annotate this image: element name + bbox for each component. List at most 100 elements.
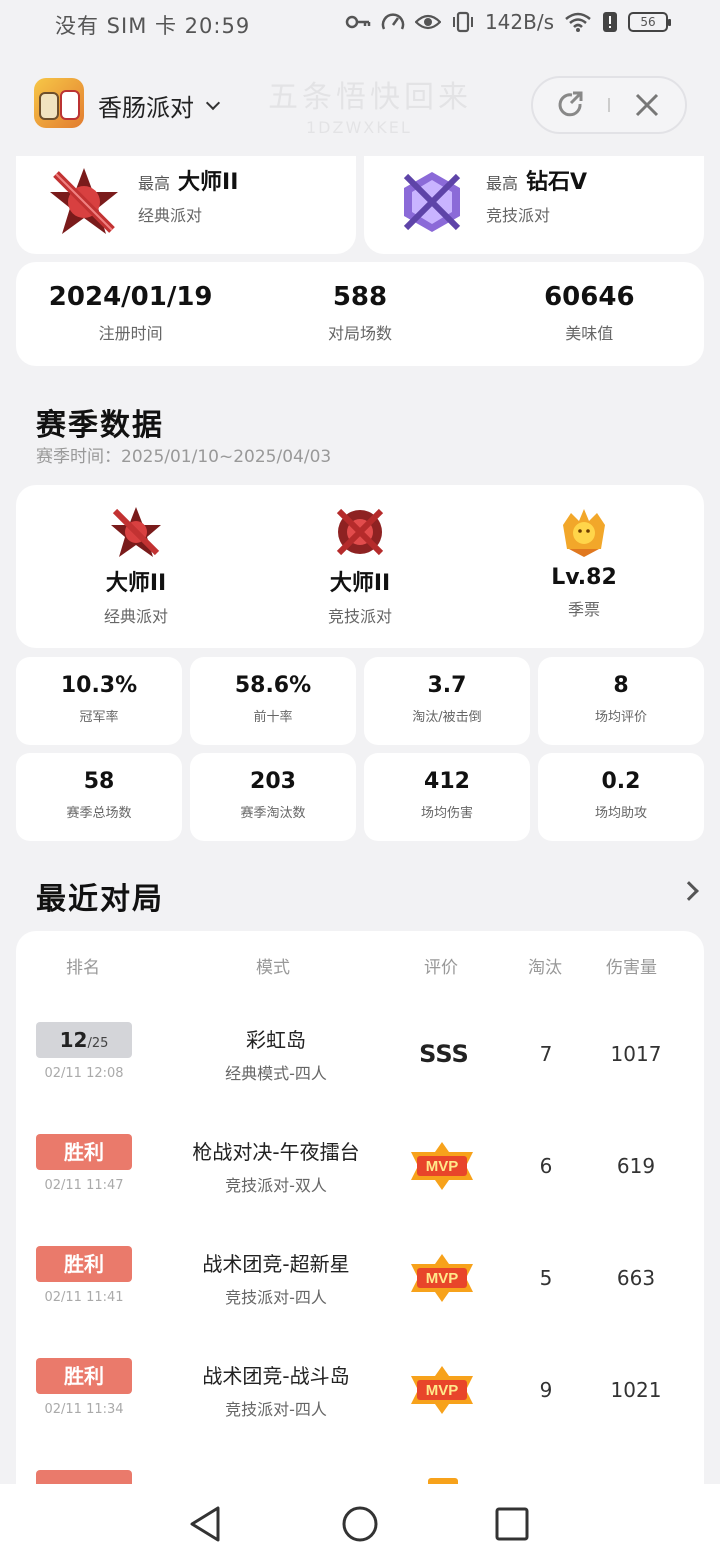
match-damage: 663: [616, 1266, 656, 1290]
match-kills: 5: [539, 1266, 553, 1290]
stat-value: 60646: [544, 282, 635, 312]
place-value: 12: [59, 1028, 88, 1052]
close-icon: [636, 93, 659, 117]
mvp-text: MVP: [426, 1158, 459, 1175]
register-date-stat: 2024/01/19 注册时间: [31, 282, 231, 344]
best-rank-mode: 经典派对: [138, 206, 203, 225]
header-damage: 伤害量: [606, 958, 657, 978]
season-kills-stat: 203 赛季淘汰数: [190, 753, 356, 841]
home-icon[interactable]: [340, 1504, 380, 1544]
stat-value: 10.3%: [60, 673, 138, 698]
best-rank-prefix: 最高: [138, 174, 171, 193]
status-bar: 没有 SIM 卡 20:59 142B/s 56: [0, 0, 720, 50]
stat-label: 场均伤害: [420, 806, 473, 821]
season-section-title: 赛季数据: [36, 408, 164, 443]
vibrate-icon: [452, 11, 473, 33]
match-time: 02/11 11:47: [44, 1178, 124, 1193]
season-rank-value: 大师II: [329, 571, 391, 596]
close-button[interactable]: [610, 78, 685, 132]
share-button[interactable]: [533, 78, 608, 132]
gauge-icon: [381, 13, 405, 30]
match-mode: 竞技派对-四人: [225, 1288, 327, 1307]
match-time: 02/11 11:34: [44, 1402, 124, 1417]
chevron-right-icon[interactable]: [679, 881, 699, 901]
table-row[interactable]: 胜利 02/11 11:47 枪战对决-午夜擂台 竞技派对-双人 MVP 6 6…: [16, 1134, 704, 1246]
stat-label: 淘汰/被击倒: [412, 710, 482, 725]
network-speed: 142B/s: [484, 10, 554, 34]
mvp-badge-icon: MVP: [411, 1366, 473, 1414]
stat-value: 203: [250, 769, 296, 794]
eye-icon: [414, 14, 441, 30]
stat-label: 前十率: [253, 710, 293, 725]
match-damage: 1021: [610, 1378, 662, 1402]
match-mode: 竞技派对-双人: [225, 1176, 327, 1195]
match-kills: 6: [539, 1154, 553, 1178]
season-time: 赛季时间：2025/01/10~2025/04/03: [36, 442, 331, 467]
season-rank-competitive[interactable]: 大师II 竞技派对: [240, 485, 480, 627]
season-pass-level[interactable]: Lv.82 季票: [464, 485, 704, 620]
season-rank-label: 竞技派对: [327, 607, 392, 626]
match-kills: 9: [539, 1378, 553, 1402]
app-header: 香肠派对 五条悟快回来 1DZWXKEL: [0, 60, 720, 150]
best-rank-mode: 竞技派对: [486, 206, 551, 225]
match-mode: 竞技派对-四人: [225, 1400, 327, 1419]
best-rank-value: 大师II: [178, 170, 239, 195]
table-row[interactable]: 12/25 02/11 12:08 彩虹岛 经典模式-四人 SSS 7 1017: [16, 1022, 704, 1134]
avg-assists-stat: 0.2 场均助攻: [538, 753, 704, 841]
recents-icon[interactable]: [492, 1504, 532, 1544]
matches-count-stat: 588 对局场数: [260, 282, 460, 344]
app-switcher[interactable]: 香肠派对: [98, 88, 221, 123]
match-map: 彩虹岛: [246, 1028, 306, 1052]
status-icons: 142B/s 56: [345, 10, 671, 34]
victory-badge: 胜利: [36, 1134, 132, 1170]
mvp-badge-icon: MVP: [411, 1142, 473, 1190]
share-icon: [558, 91, 582, 117]
header-place: 排名: [66, 958, 100, 978]
best-rank-prefix: 最高: [486, 174, 519, 193]
stat-label: 美味值: [565, 324, 614, 343]
win-rate-stat: 10.3% 冠军率: [16, 657, 182, 745]
best-rank-competitive-card[interactable]: 最高 钻石V 竞技派对: [364, 156, 704, 254]
match-kills: 7: [539, 1042, 553, 1066]
diamond-rank-badge-icon: [403, 172, 461, 232]
stat-value: 588: [332, 282, 388, 312]
table-row[interactable]: 胜利 02/11 11:34 战术团竞-战斗岛 竞技派对-四人 MVP 9 10…: [16, 1358, 704, 1470]
match-time: 02/11 12:08: [44, 1066, 124, 1081]
kd-ratio-stat: 3.7 淘汰/被击倒: [364, 657, 530, 745]
recent-matches-table: 排名 模式 评价 淘汰 伤害量 12/25 02/11 12:08 彩虹岛 经典…: [16, 931, 704, 1491]
key-icon: [345, 15, 371, 29]
stat-label: 赛季总场数: [66, 806, 132, 821]
match-damage: 1017: [610, 1042, 662, 1066]
master-rank-badge-icon: [50, 168, 118, 234]
mvp-text: MVP: [426, 1270, 459, 1287]
stat-label: 注册时间: [98, 324, 163, 343]
match-map: 枪战对决-午夜擂台: [192, 1140, 360, 1164]
match-map: 战术团竞-战斗岛: [202, 1364, 350, 1388]
player-name-faded: 五条悟快回来: [268, 80, 472, 115]
back-icon[interactable]: [186, 1504, 226, 1544]
victory-badge: 胜利: [36, 1358, 132, 1394]
stat-value: 2024/01/19: [48, 282, 213, 312]
season-time-range: 2025/01/10~2025/04/03: [121, 447, 332, 467]
app-name: 香肠派对: [98, 94, 194, 122]
stat-label: 赛季淘汰数: [240, 806, 306, 821]
season-rank-value: 大师II: [105, 571, 167, 596]
season-rank-label: 经典派对: [103, 607, 168, 626]
mini-program-capsule: [531, 76, 687, 134]
best-rank-classic-card[interactable]: 最高 大师II 经典派对: [16, 156, 356, 254]
status-carrier-time: 没有 SIM 卡 20:59: [55, 14, 251, 38]
header-rating: 评价: [424, 958, 458, 978]
player-id-faded: 1DZWXKEL: [306, 118, 412, 137]
stat-value: 8: [613, 673, 629, 698]
season-pass-badge-icon: [563, 509, 605, 557]
chevron-down-icon: [205, 95, 221, 110]
battery-icon: 56: [628, 12, 671, 32]
table-row[interactable]: 胜利 02/11 11:41 战术团竞-超新星 竞技派对-四人 MVP 5 66…: [16, 1246, 704, 1358]
season-rank-classic[interactable]: 大师II 经典派对: [16, 485, 256, 627]
header-kills: 淘汰: [528, 958, 562, 978]
match-time: 02/11 11:41: [44, 1290, 124, 1305]
season-rank-label: 季票: [567, 600, 600, 619]
stat-label: 对局场数: [327, 324, 392, 343]
stat-label: 冠军率: [79, 710, 119, 725]
wifi-icon: [565, 12, 591, 32]
